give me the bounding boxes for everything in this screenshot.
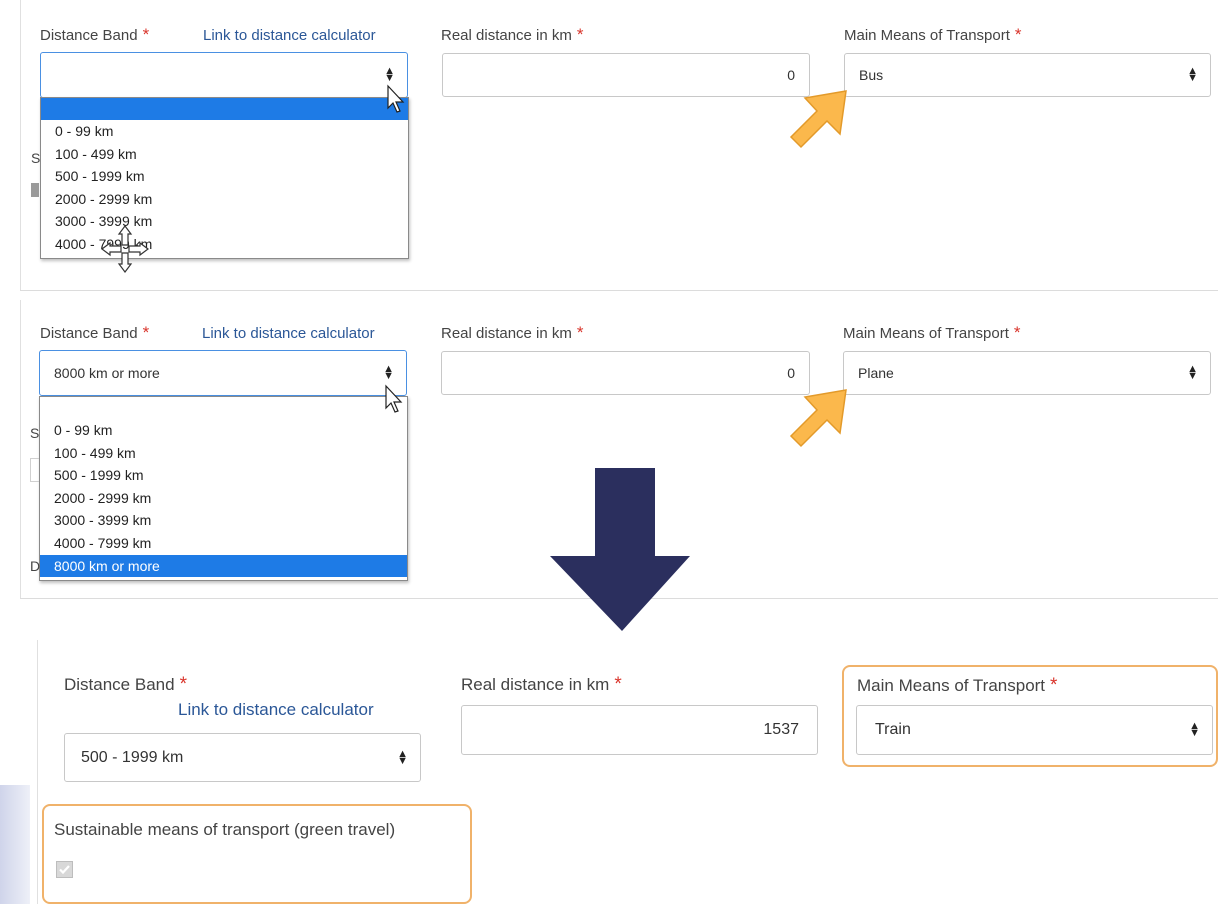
move-cursor-icon <box>101 225 149 273</box>
mouse-cursor-icon <box>385 384 403 413</box>
annotation-overlay <box>101 84 847 631</box>
mouse-cursor-icon <box>387 84 405 113</box>
orange-pointer-arrow-icon <box>789 389 847 448</box>
big-down-arrow-icon <box>550 468 690 631</box>
orange-pointer-arrow-icon <box>789 90 847 149</box>
